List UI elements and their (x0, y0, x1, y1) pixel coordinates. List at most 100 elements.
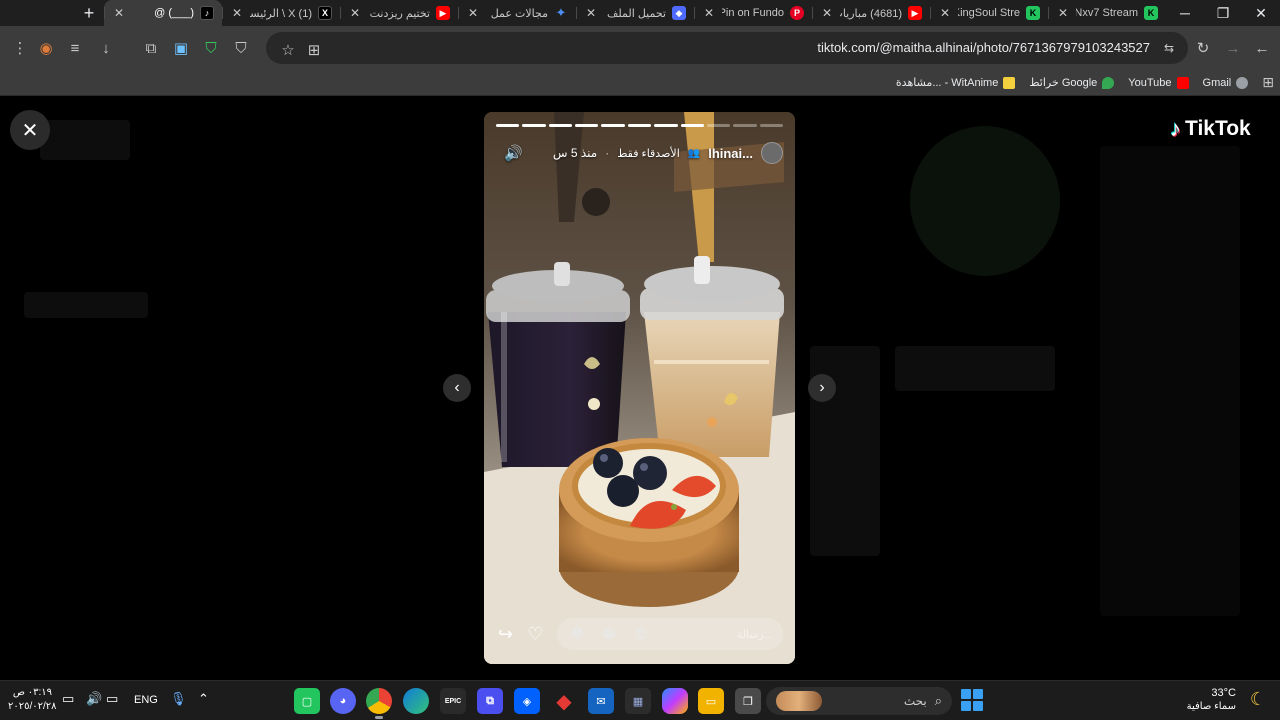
url-text[interactable]: tiktok.com/@maitha.alhinai/photo/7671367… (817, 40, 1150, 55)
discord-icon[interactable]: ◕ (330, 688, 356, 714)
reload-icon[interactable]: ↻ (1189, 34, 1217, 62)
site-info-icon[interactable]: ⇆ (1160, 39, 1178, 57)
tab-x-home[interactable]: X (1) X \ الرئيسة ✕ (222, 0, 340, 26)
file-explorer-icon[interactable]: ▭ (698, 688, 724, 714)
globe-icon (1236, 76, 1249, 89)
previous-story-button[interactable]: ‹ (443, 374, 471, 402)
forward-icon[interactable]: → (1219, 34, 1247, 62)
reaction-heart-eyes-icon[interactable]: 😍 (631, 624, 651, 644)
input-language[interactable]: ENG (134, 694, 158, 706)
story-reply-input[interactable]: 😳 😂 😍 رسالة... (557, 618, 783, 650)
tab-tiktok-active[interactable]: ♪ (___) @ ✕ (104, 0, 222, 26)
bookmark-star-icon[interactable]: ☆ (274, 36, 302, 64)
tiktok-logo[interactable]: ♪ TikTok (1170, 116, 1251, 142)
story-progress-segment (759, 124, 783, 127)
tab-strip: ✕ ❐ ─ K Nxv7 Stream ✕ K KingSoul Stre ✕ … (0, 0, 1280, 26)
address-bar[interactable]: ☆ ⊞ tiktok.com/@maitha.alhinai/photo/767… (266, 32, 1188, 64)
battery-icon[interactable]: ▭ (62, 691, 74, 707)
tab-title: تختيم ريزدنت (369, 7, 430, 20)
tiktok-photo-viewer: ✕ ♪ TikTok ‹ › lhinai... 👥 الأصدقاء فقط … (0, 96, 1280, 680)
tab-file-download[interactable]: ◆ تحميل الملف ✕ (576, 0, 694, 26)
tab-close-icon[interactable]: ✕ (584, 6, 598, 20)
display-icon[interactable]: ▭ (106, 691, 118, 707)
bookmarks-apps-icon[interactable]: ⊞ (1262, 74, 1274, 91)
like-heart-icon[interactable]: ♡ (527, 624, 543, 645)
bookmark-google-maps[interactable]: خرائط Google (1029, 76, 1115, 89)
copilot-icon[interactable] (662, 688, 688, 714)
bookmark-youtube[interactable]: YouTube (1128, 76, 1189, 89)
bookmark-witanime[interactable]: مشاهدة... - WitAnime (896, 76, 1016, 89)
tab-gemini-work-fields[interactable]: ✦ مجالات عمل ✕ (458, 0, 576, 26)
tab-close-icon[interactable]: ✕ (938, 6, 952, 20)
extensions-puzzle-icon[interactable]: ⧉ (137, 34, 165, 62)
taskbar-clock[interactable]: ٠٣:١٩ ص ٢٠٢٥/٠٢/٢٨ (8, 686, 57, 714)
tab-youtube-matches[interactable]: ▶ (4681) مباريات ✕ (812, 0, 930, 26)
tab-title: (4681) مباريات (840, 7, 902, 20)
taskbar-search[interactable]: ⌕ بحث (766, 687, 952, 715)
browser-menu-icon[interactable]: ⋮ (6, 34, 34, 62)
show-hidden-icons-chevron[interactable]: ⌃ (198, 691, 209, 707)
sound-toggle-icon[interactable]: 🔊 (504, 144, 523, 162)
taskbar-app-green-icon[interactable]: ▢ (294, 688, 320, 714)
tab-nxv7-stream[interactable]: K Nxv7 Stream ✕ (1048, 0, 1166, 26)
window-minimize-button[interactable]: ─ (1166, 0, 1204, 26)
window-restore-button[interactable]: ❐ (1204, 0, 1242, 26)
bookmark-gmail[interactable]: Gmail (1203, 76, 1249, 89)
media-controls-icon[interactable]: ≡ (61, 34, 89, 62)
background-ghost (40, 120, 130, 160)
back-icon[interactable]: ← (1248, 34, 1276, 62)
tab-title: Pin on Fundo (722, 7, 784, 19)
volume-icon[interactable]: 🔊 (86, 691, 102, 707)
tab-close-icon[interactable]: ✕ (466, 6, 480, 20)
translate-icon[interactable]: ⊞ (300, 36, 328, 64)
story-progress-segment (601, 124, 625, 127)
tiktok-wordmark: TikTok (1185, 117, 1251, 140)
epic-games-icon[interactable]: EPIC (440, 688, 466, 714)
tab-title: تحميل الملف (606, 7, 666, 20)
weather-widget[interactable]: 33°C سماء صافية (1187, 686, 1236, 714)
tab-kingsoul-stream[interactable]: K KingSoul Stre ✕ (930, 0, 1048, 26)
new-tab-button[interactable]: + (74, 0, 104, 26)
bookmarks-bar: ⊞ Gmail YouTube خرائط Google مشاهدة... -… (0, 70, 1280, 96)
story-progress-segment (680, 124, 704, 127)
task-view-icon[interactable]: ❐ (735, 688, 761, 714)
story-progress-segment (575, 124, 599, 127)
extension-grid-icon[interactable]: ▣ (167, 34, 195, 62)
microsoft-store-icon[interactable]: ▦ (625, 688, 651, 714)
tab-close-icon[interactable]: ✕ (348, 6, 362, 20)
tab-pinterest[interactable]: P Pin on Fundo ✕ (694, 0, 812, 26)
clock-time: ٠٣:١٩ ص (12, 687, 52, 698)
chrome-icon[interactable] (366, 688, 392, 719)
weather-temperature: 33°C (1211, 687, 1236, 699)
avatar[interactable] (761, 142, 783, 164)
window-close-button[interactable]: ✕ (1242, 0, 1280, 26)
phone-link-icon[interactable]: ⧉ (477, 688, 503, 714)
adblock-shield-icon[interactable]: ⛉ (227, 34, 255, 62)
x-logo-icon: X (318, 6, 332, 20)
download-icon[interactable]: ↓ (92, 34, 120, 62)
close-viewer-button[interactable]: ✕ (10, 110, 50, 150)
story-username[interactable]: lhinai... (708, 146, 753, 161)
edge-icon[interactable] (403, 688, 429, 714)
windows-taskbar: ٠٣:١٩ ص ٢٠٢٥/٠٢/٢٨ ▭ 🔊 ▭ ENG 🎙 ⌃ ▢ ◕ EPI… (0, 680, 1280, 720)
dropbox-icon[interactable]: ◈ (514, 688, 540, 714)
profile-extension-icon[interactable]: ◉ (32, 34, 60, 62)
reaction-laughing-icon[interactable]: 😂 (599, 624, 619, 644)
tab-title: KingSoul Stre (958, 7, 1020, 19)
story-card[interactable]: lhinai... 👥 الأصدقاء فقط · منذ 5 س 🔊 ↪ ♡… (484, 112, 795, 664)
next-story-button[interactable]: › (808, 374, 836, 402)
tab-close-icon[interactable]: ✕ (230, 6, 244, 20)
tab-close-icon[interactable]: ✕ (702, 6, 716, 20)
story-progress-segment (654, 124, 678, 127)
shield-extension-icon[interactable]: ⛉ (197, 34, 225, 62)
anydesk-icon[interactable]: ◆ (551, 688, 577, 714)
mail-icon[interactable]: ✉ (588, 688, 614, 714)
tab-close-icon[interactable]: ✕ (112, 6, 126, 20)
tab-close-icon[interactable]: ✕ (1056, 6, 1070, 20)
share-icon[interactable]: ↪ (498, 624, 513, 645)
tab-close-icon[interactable]: ✕ (820, 6, 834, 20)
tab-youtube-resident[interactable]: ▶ تختيم ريزدنت ✕ (340, 0, 458, 26)
microphone-icon[interactable]: 🎙 (170, 691, 187, 707)
start-button[interactable] (961, 689, 983, 711)
reaction-surprised-icon[interactable]: 😳 (567, 624, 587, 644)
